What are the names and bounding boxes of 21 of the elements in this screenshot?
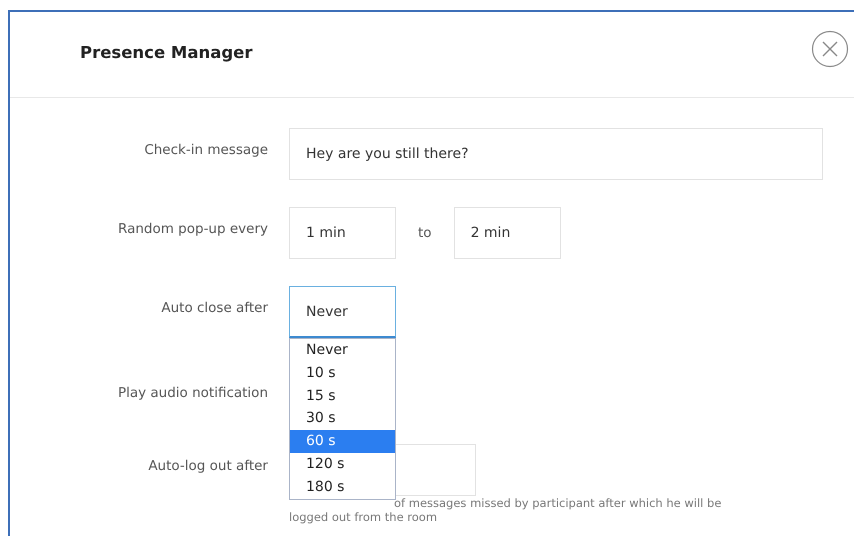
dropdown-option[interactable]: 30 s — [290, 407, 395, 430]
input-field[interactable]: Hey are you still there? — [289, 128, 823, 180]
dropdown-option[interactable]: 15 s — [290, 384, 395, 408]
select-field[interactable]: Never — [289, 286, 396, 338]
dropdown-option[interactable]: 10 s — [290, 362, 395, 385]
field-label: Play audio notification — [116, 384, 268, 401]
help-text: of messages missed by participant after which he will be — [393, 496, 722, 510]
help-text: logged out from the room — [289, 510, 438, 524]
dropdown-option[interactable]: 120 s — [290, 452, 395, 476]
dropdown-option[interactable]: 180 s — [290, 476, 395, 499]
field-label: Random pop-up every — [116, 220, 268, 237]
dialog-title: Presence Manager — [80, 43, 252, 62]
dropdown-option[interactable]: 60 s — [290, 430, 395, 453]
input-field[interactable]: 1 min — [289, 207, 396, 259]
dropdown-option[interactable]: Never — [290, 339, 395, 362]
field-label: Check-in message — [143, 141, 268, 158]
close-icon[interactable] — [811, 30, 849, 68]
input-field[interactable]: 2 min — [454, 207, 561, 259]
separator-text: to — [418, 225, 432, 241]
field-label: Auto close after — [160, 299, 268, 316]
field-label: Auto-log out after — [147, 457, 268, 474]
